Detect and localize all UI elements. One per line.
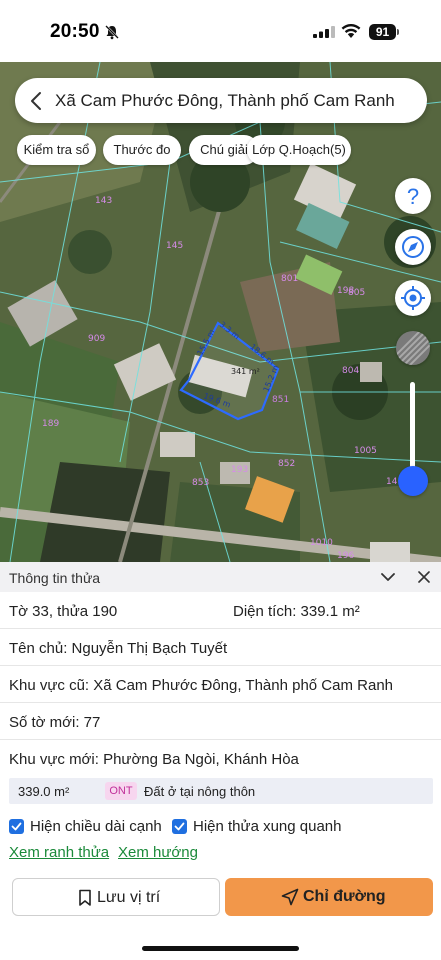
parcel-number[interactable]: 145 xyxy=(166,241,183,251)
status-bar: 20:50 91 xyxy=(0,0,441,62)
land-use-description: Đất ở tại nông thôn xyxy=(144,784,256,799)
back-arrow-icon[interactable] xyxy=(29,91,43,111)
wifi-icon xyxy=(341,24,361,38)
parcel-number[interactable]: 143 xyxy=(95,196,112,206)
view-boundary-link[interactable]: Xem ranh thửa xyxy=(9,844,109,861)
parcel-number[interactable]: 14 xyxy=(386,477,397,487)
opacity-stripes-icon xyxy=(396,331,430,365)
check-book-chip[interactable]: Kiểm tra sổ xyxy=(17,135,96,165)
status-time: 20:50 xyxy=(50,21,100,42)
parcel-number[interactable]: 804 xyxy=(342,366,359,376)
svg-text:?: ? xyxy=(407,184,419,209)
show-neighbors-checkbox[interactable]: Hiện thửa xung quanh xyxy=(172,818,342,838)
panel-title: Thông tin thửa xyxy=(9,570,101,586)
owner-name: Tên chủ: Nguyễn Thị Bạch Tuyết xyxy=(9,640,228,657)
checkbox-checked-icon[interactable] xyxy=(172,819,187,834)
parcel-number[interactable]: 853 xyxy=(192,478,209,488)
search-text[interactable]: Xã Cam Phước Đông, Thành phố Cam Ranh xyxy=(55,91,395,111)
opacity-slider-handle[interactable] xyxy=(398,465,428,496)
parcel-number[interactable]: 196 xyxy=(337,551,354,561)
parcel-number[interactable]: 909 xyxy=(88,334,105,344)
compass-button[interactable] xyxy=(395,229,431,265)
directions-button[interactable]: Chỉ đường xyxy=(225,878,433,916)
checkbox-checked-icon[interactable] xyxy=(9,819,24,834)
parcel-number[interactable]: 193 xyxy=(231,465,248,475)
old-area: Khu vực cũ: Xã Cam Phước Đông, Thành phố… xyxy=(9,677,394,694)
area-label: Diện tích: 339.1 m² xyxy=(233,603,360,620)
directions-label: Chỉ đường xyxy=(303,888,386,905)
bell-muted-icon xyxy=(105,25,119,40)
parcel-number[interactable]: 1010 xyxy=(310,538,333,548)
parcel-number[interactable]: 801 xyxy=(281,274,298,284)
new-area-row: Khu vực mới: Phường Ba Ngòi, Khánh Hòa xyxy=(0,740,441,777)
land-use-code-badge: ONT xyxy=(105,782,137,800)
sheet-parcel-label: Tờ 33, thửa 190 xyxy=(9,603,118,620)
land-use-row: 339.0 m² ONT Đất ở tại nông thôn xyxy=(9,778,433,804)
help-button[interactable]: ? xyxy=(395,178,431,214)
battery-indicator: 91 xyxy=(369,24,396,40)
close-icon[interactable] xyxy=(418,571,430,583)
layer-opacity-preview[interactable] xyxy=(396,331,430,365)
parcel-area: 341 m² xyxy=(231,367,260,376)
show-neighbors-label: Hiện thửa xung quanh xyxy=(193,818,342,835)
my-location-button[interactable] xyxy=(395,280,431,316)
send-arrow-icon xyxy=(281,888,299,906)
parcel-number[interactable]: 851 xyxy=(272,395,289,405)
question-icon: ? xyxy=(407,184,419,209)
parcel-number[interactable]: 189 xyxy=(42,419,59,429)
bookmark-icon xyxy=(79,889,91,906)
parcel-number[interactable]: 852 xyxy=(278,459,295,469)
save-location-button[interactable]: Lưu vị trí xyxy=(12,878,220,916)
crosshair-icon xyxy=(401,286,425,310)
show-edge-length-label: Hiện chiều dài cạnh xyxy=(30,818,162,835)
panel-header: Thông tin thửa xyxy=(0,562,441,592)
signal-icon xyxy=(313,26,335,38)
battery-tip xyxy=(397,29,399,35)
chevron-down-icon[interactable] xyxy=(380,571,396,583)
save-location-label: Lưu vị trí xyxy=(97,889,161,906)
show-edge-length-checkbox[interactable]: Hiện chiều dài cạnh xyxy=(9,818,169,838)
new-sheet-number: Số tờ mới: 77 xyxy=(9,714,101,731)
new-area: Khu vực mới: Phường Ba Ngòi, Khánh Hòa xyxy=(9,751,299,768)
parcel-info-panel: Thông tin thửa Tờ 33, thửa 190 Diện tích… xyxy=(0,562,441,960)
location-search-bar[interactable]: Xã Cam Phước Đông, Thành phố Cam Ranh xyxy=(15,78,427,123)
ruler-chip[interactable]: Thước đo xyxy=(103,135,181,165)
home-indicator xyxy=(142,946,299,951)
view-direction-link[interactable]: Xem hướng xyxy=(118,844,198,861)
new-sheet-row: Số tờ mới: 77 xyxy=(0,703,441,740)
land-use-area: 339.0 m² xyxy=(18,784,70,799)
compass-icon xyxy=(402,236,424,258)
owner-row: Tên chủ: Nguyễn Thị Bạch Tuyết xyxy=(0,629,441,666)
old-area-row: Khu vực cũ: Xã Cam Phước Đông, Thành phố… xyxy=(0,666,441,703)
parcel-id-row: Tờ 33, thửa 190 Diện tích: 339.1 m² xyxy=(0,592,441,629)
planning-layer-chip[interactable]: Lớp Q.Hoạch(5) xyxy=(247,135,351,165)
parcel-number[interactable]: 805 xyxy=(348,288,365,298)
parcel-number[interactable]: 1005 xyxy=(354,446,377,456)
